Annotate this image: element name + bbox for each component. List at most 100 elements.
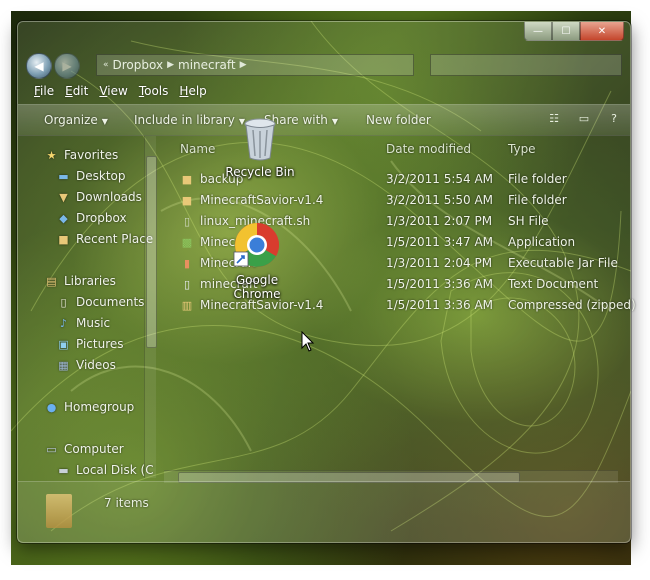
view-controls: ☷ ▭ ? [546, 111, 622, 125]
forward-button[interactable]: ▶ [54, 53, 80, 79]
folder-icon: ■ [181, 194, 193, 207]
minimize-button[interactable]: — [524, 22, 552, 41]
menu-bar: File Edit View Tools Help [18, 82, 630, 102]
nav-local-disk[interactable]: ▬ Local Disk (C [56, 463, 154, 477]
include-in-library-label: Include in library [134, 113, 235, 127]
nav-pictures[interactable]: ▣ Pictures [56, 337, 124, 351]
desktop-icon-recycle-bin[interactable]: Recycle Bin [222, 116, 298, 179]
arrow-left-icon: ◀ [34, 59, 44, 73]
menu-file-label: ile [40, 84, 55, 98]
nav-dropbox-label: Dropbox [76, 211, 127, 225]
file-type: File folder [508, 193, 567, 207]
nav-pane-scrollbar[interactable] [144, 136, 157, 478]
file-type: SH File [508, 214, 549, 228]
nav-downloads[interactable]: ▼ Downloads [56, 190, 142, 204]
documents-icon: ▯ [60, 295, 67, 309]
menu-tools-label: ools [144, 84, 169, 98]
hard-drive-icon: ▬ [58, 463, 69, 477]
nav-computer-label: Computer [64, 442, 124, 456]
file-row[interactable]: ■ MinecraftSavior-v1.4 3/2/2011 5:50 AM … [164, 191, 626, 210]
column-header-date-modified[interactable]: Date modified [386, 142, 471, 156]
explorer-window: — ☐ ✕ ◀ ▶ « Dropbox ▶ minecraft ▶ File E… [17, 21, 636, 543]
nav-homegroup-label: Homegroup [64, 400, 135, 414]
breadcrumb-overflow-icon[interactable]: « [103, 60, 109, 70]
file-type: Text Document [508, 277, 599, 291]
nav-downloads-label: Downloads [76, 190, 142, 204]
nav-favorites-label: Favorites [64, 148, 119, 162]
nav-favorites[interactable]: ★ Favorites [44, 148, 119, 162]
zip-icon: ▥ [181, 299, 193, 312]
nav-pictures-label: Pictures [76, 337, 124, 351]
nav-music[interactable]: ♪ Music [56, 316, 110, 330]
menu-help-label: elp [188, 84, 207, 98]
chevron-right-icon[interactable]: ▶ [167, 60, 174, 70]
videos-icon: ▦ [58, 358, 69, 372]
help-icon[interactable]: ? [606, 111, 622, 125]
nav-documents[interactable]: ▯ Documents [56, 295, 144, 309]
file-date: 1/5/2011 3:47 AM [386, 235, 494, 249]
nav-dropbox[interactable]: ◆ Dropbox [56, 211, 127, 225]
mouse-pointer-icon [301, 331, 315, 352]
navigation-pane: ★ Favorites ▬ Desktop ▼ Downloads ◆ Dropbox … [18, 136, 158, 478]
chrome-icon [233, 223, 279, 267]
google-chrome-label-line2: Chrome [233, 287, 281, 301]
google-chrome-label-line1: Google [235, 273, 279, 287]
script-icon: ▯ [183, 215, 191, 228]
chevron-down-icon: ▼ [101, 117, 108, 126]
maximize-button[interactable]: ☐ [552, 22, 580, 41]
file-date: 3/2/2011 5:50 AM [386, 193, 494, 207]
nav-recent-places[interactable]: ■ Recent Place [56, 232, 153, 246]
recent-places-icon: ■ [58, 232, 69, 246]
nav-homegroup[interactable]: ● Homegroup [44, 400, 135, 414]
address-bar[interactable]: « Dropbox ▶ minecraft ▶ [96, 54, 414, 76]
item-count: 7 items [104, 496, 149, 510]
file-date: 1/3/2011 2:04 PM [386, 256, 493, 270]
search-input[interactable] [430, 54, 622, 76]
breadcrumb-dropbox[interactable]: Dropbox [113, 58, 164, 72]
dropbox-icon: ◆ [59, 211, 68, 225]
file-date: 1/5/2011 3:36 AM [386, 277, 494, 291]
new-folder-label: New folder [366, 113, 431, 127]
file-type: Compressed (zipped) [508, 298, 636, 312]
nav-videos[interactable]: ▦ Videos [56, 358, 116, 372]
file-date: 1/3/2011 2:07 PM [386, 214, 493, 228]
nav-computer[interactable]: ▭ Computer [44, 442, 124, 456]
file-type: File folder [508, 172, 567, 186]
menu-file[interactable]: File [30, 82, 61, 102]
nav-local-disk-label: Local Disk (C [76, 463, 154, 477]
change-view-icon[interactable]: ☷ [546, 111, 562, 125]
desktop-icon-google-chrome[interactable]: Google Chrome [224, 220, 290, 301]
back-button[interactable]: ◀ [26, 53, 52, 79]
desktop-icon: ▬ [58, 169, 69, 183]
details-pane: 7 items [18, 481, 630, 542]
nav-pane-scroll-thumb[interactable] [146, 156, 157, 348]
close-button[interactable]: ✕ [580, 22, 624, 41]
file-date: 3/2/2011 5:54 AM [386, 172, 494, 186]
homegroup-icon: ● [46, 400, 57, 414]
menu-edit-accesskey: E [65, 84, 73, 98]
column-header-type[interactable]: Type [508, 142, 536, 156]
column-header-name[interactable]: Name [180, 142, 215, 156]
recycle-bin-icon [244, 118, 276, 161]
file-date: 1/5/2011 3:36 AM [386, 298, 494, 312]
menu-tools[interactable]: Tools [135, 82, 176, 102]
menu-view-label: iew [107, 84, 128, 98]
preview-pane-icon[interactable]: ▭ [576, 111, 592, 125]
menu-edit[interactable]: Edit [61, 82, 95, 102]
nav-documents-label: Documents [76, 295, 145, 309]
music-icon: ♪ [59, 316, 68, 330]
nav-videos-label: Videos [76, 358, 116, 372]
breadcrumb-minecraft[interactable]: minecraft [178, 58, 236, 72]
nav-recent-places-label: Recent Place [76, 232, 154, 246]
nav-libraries-label: Libraries [64, 274, 116, 288]
menu-view[interactable]: View [95, 82, 134, 102]
menu-help[interactable]: Help [175, 82, 213, 102]
nav-libraries[interactable]: ▤ Libraries [44, 274, 116, 288]
folder-icon [46, 494, 72, 528]
organize-button[interactable]: Organize ▼ [44, 113, 108, 127]
chevron-right-icon[interactable]: ▶ [240, 60, 247, 70]
nav-desktop-label: Desktop [76, 169, 126, 183]
new-folder-button[interactable]: New folder [366, 113, 431, 127]
nav-desktop[interactable]: ▬ Desktop [56, 169, 126, 183]
file-type: Application [508, 235, 576, 249]
